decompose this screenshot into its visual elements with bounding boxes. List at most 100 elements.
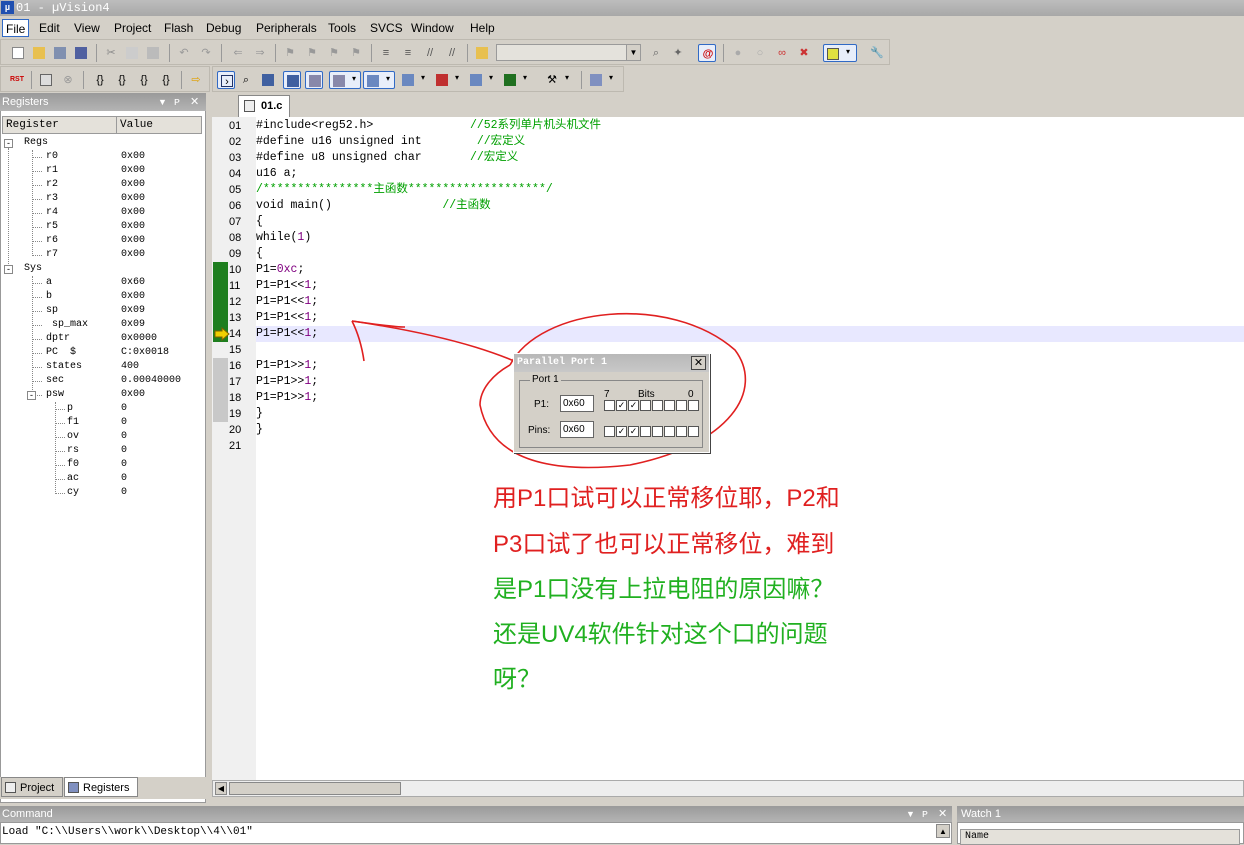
command-output[interactable]: Load "C:\\Users\\work\\Desktop\\4\\01" ▲ — [0, 822, 952, 844]
indent-icon[interactable]: ≡ — [377, 44, 395, 62]
close-icon[interactable]: ✕ — [691, 356, 706, 370]
pins-bit-checkbox[interactable] — [640, 426, 651, 437]
register-value[interactable]: 0x00 — [121, 206, 145, 220]
code-line[interactable]: while(1) — [256, 230, 311, 246]
serial-window-icon[interactable]: ▾ — [399, 71, 431, 89]
run-to-cursor-icon[interactable]: {} — [157, 71, 175, 89]
register-value[interactable]: 0 — [121, 430, 127, 444]
register-value[interactable]: 0x00 — [121, 192, 145, 206]
column-value[interactable]: Value — [117, 117, 203, 133]
analysis-window-icon[interactable]: ▾ — [433, 71, 465, 89]
menu-tools[interactable]: Tools — [325, 19, 359, 37]
menu-view[interactable]: View — [71, 19, 103, 37]
register-value[interactable]: 0 — [121, 444, 127, 458]
reset-cpu-button[interactable]: RST — [7, 71, 25, 89]
pins-bit-checkbox[interactable]: ✓ — [616, 426, 627, 437]
register-value[interactable]: 0x60 — [121, 276, 145, 290]
p1-bit-checkbox[interactable] — [676, 400, 687, 411]
bookmark-clear-icon[interactable]: ⚑ — [347, 44, 365, 62]
bookmark-icon[interactable]: ⚑ — [281, 44, 299, 62]
pins-value-input[interactable]: 0x60 — [560, 421, 594, 438]
register-value[interactable]: 0 — [121, 458, 127, 472]
register-value[interactable]: 0.00040000 — [121, 374, 181, 388]
register-value[interactable]: 0x09 — [121, 304, 145, 318]
code-line[interactable]: P1=P1<<1; — [256, 278, 318, 294]
register-value[interactable]: 0 — [121, 486, 127, 500]
pins-bit-checkbox[interactable] — [688, 426, 699, 437]
menu-svcs[interactable]: SVCS — [367, 19, 406, 37]
code-line[interactable]: u16 a; — [256, 166, 297, 182]
target-combo[interactable]: ▼ — [496, 44, 641, 61]
close-icon[interactable]: ✕ — [938, 806, 947, 822]
bookmark-next-icon[interactable]: ⚑ — [325, 44, 343, 62]
menu-window[interactable]: Window — [408, 19, 457, 37]
collapse-sys-icon[interactable]: - — [4, 265, 13, 274]
new-file-button[interactable] — [9, 44, 27, 62]
code-line[interactable]: P1=P1<<1; — [256, 310, 318, 326]
scroll-up-icon[interactable]: ▲ — [936, 824, 950, 838]
parallel-port-title[interactable]: Parallel Port 1 — [514, 354, 709, 372]
system-viewer-icon[interactable]: ▾ — [501, 71, 533, 89]
undo-icon[interactable]: ↶ — [175, 44, 193, 62]
step-over-icon[interactable]: {} — [113, 71, 131, 89]
code-line[interactable]: #define u16 unsigned int //宏定义 — [256, 134, 525, 150]
p1-bit-checkbox[interactable] — [664, 400, 675, 411]
find-in-files-icon[interactable] — [473, 44, 491, 62]
code-line[interactable]: P1=0xc; — [256, 262, 304, 278]
unindent-icon[interactable]: ≡ — [399, 44, 417, 62]
register-value[interactable]: 0x00 — [121, 220, 145, 234]
menu-peripherals[interactable]: Peripherals — [253, 19, 320, 37]
tab-registers[interactable]: Registers — [64, 777, 138, 797]
uncomment-icon[interactable]: // — [443, 44, 461, 62]
memory-window-button[interactable]: ▾ — [363, 71, 395, 89]
menu-edit[interactable]: Edit — [36, 19, 63, 37]
breakpoint-kill-all-icon[interactable]: ✖ — [795, 44, 813, 62]
code-line[interactable]: { — [256, 246, 263, 262]
p1-bit-checkbox[interactable]: ✓ — [616, 400, 627, 411]
run-icon[interactable] — [37, 71, 55, 89]
code-line[interactable]: P1=P1>>1; — [256, 374, 318, 390]
show-next-statement-icon[interactable]: ⇨ — [187, 71, 205, 89]
chevron-down-icon[interactable]: ▼ — [158, 93, 167, 111]
scroll-left-icon[interactable]: ◀ — [215, 782, 227, 795]
register-value[interactable]: 0x00 — [121, 290, 145, 304]
register-value[interactable]: 0x0000 — [121, 332, 157, 346]
register-value[interactable]: 0x00 — [121, 178, 145, 192]
register-value[interactable]: 0x00 — [121, 248, 145, 262]
nav-forward-icon[interactable]: ⇒ — [251, 44, 269, 62]
p1-value-input[interactable]: 0x60 — [560, 395, 594, 412]
p1-bit-checkbox[interactable] — [688, 400, 699, 411]
code-line[interactable]: void main() //主函数 — [256, 198, 491, 214]
comment-icon[interactable]: // — [421, 44, 439, 62]
disassembly-window-icon[interactable]: ⌕ — [237, 71, 255, 89]
parallel-port-dialog[interactable]: Parallel Port 1 ✕ Port 1 7 Bits 0 P1: 0x… — [513, 353, 710, 453]
watch-window-button[interactable]: ▾ — [329, 71, 361, 89]
close-icon[interactable]: ✕ — [190, 93, 199, 111]
configure-icon[interactable]: 🔧 — [867, 44, 885, 62]
debug-session-button[interactable]: @ — [698, 44, 716, 62]
collapse-psw-icon[interactable]: - — [27, 391, 36, 400]
code-line[interactable]: { — [256, 214, 263, 230]
cut-icon[interactable]: ✂ — [102, 44, 120, 62]
code-line[interactable]: P1=P1>>1; — [256, 390, 318, 406]
call-stack-window-button[interactable] — [305, 71, 323, 89]
pins-bit-checkbox[interactable] — [652, 426, 663, 437]
find-icon[interactable]: ⌕ — [647, 44, 665, 62]
register-value[interactable]: 0 — [121, 472, 127, 486]
tab-01c[interactable]: 01.c — [238, 95, 290, 117]
tab-project[interactable]: Project — [1, 777, 63, 797]
code-line[interactable]: P1=P1>>1; — [256, 358, 318, 374]
register-value[interactable]: 0x00 — [121, 150, 145, 164]
window-select-button[interactable]: ▾ — [823, 44, 857, 62]
code-line[interactable]: /****************主函数********************… — [256, 182, 553, 198]
register-value[interactable]: C:0x0018 — [121, 346, 169, 360]
watch-column-name[interactable]: Name — [960, 829, 1240, 845]
trace-window-icon[interactable]: ▾ — [467, 71, 499, 89]
menu-file[interactable]: File — [2, 19, 30, 37]
pin-icon[interactable]: ᴘ — [922, 806, 928, 822]
collapse-regs-icon[interactable]: - — [4, 139, 13, 148]
pins-bit-checkbox[interactable]: ✓ — [628, 426, 639, 437]
pin-icon[interactable]: ᴘ — [174, 93, 180, 111]
register-value[interactable]: 0x00 — [121, 234, 145, 248]
register-value[interactable]: 400 — [121, 360, 139, 374]
